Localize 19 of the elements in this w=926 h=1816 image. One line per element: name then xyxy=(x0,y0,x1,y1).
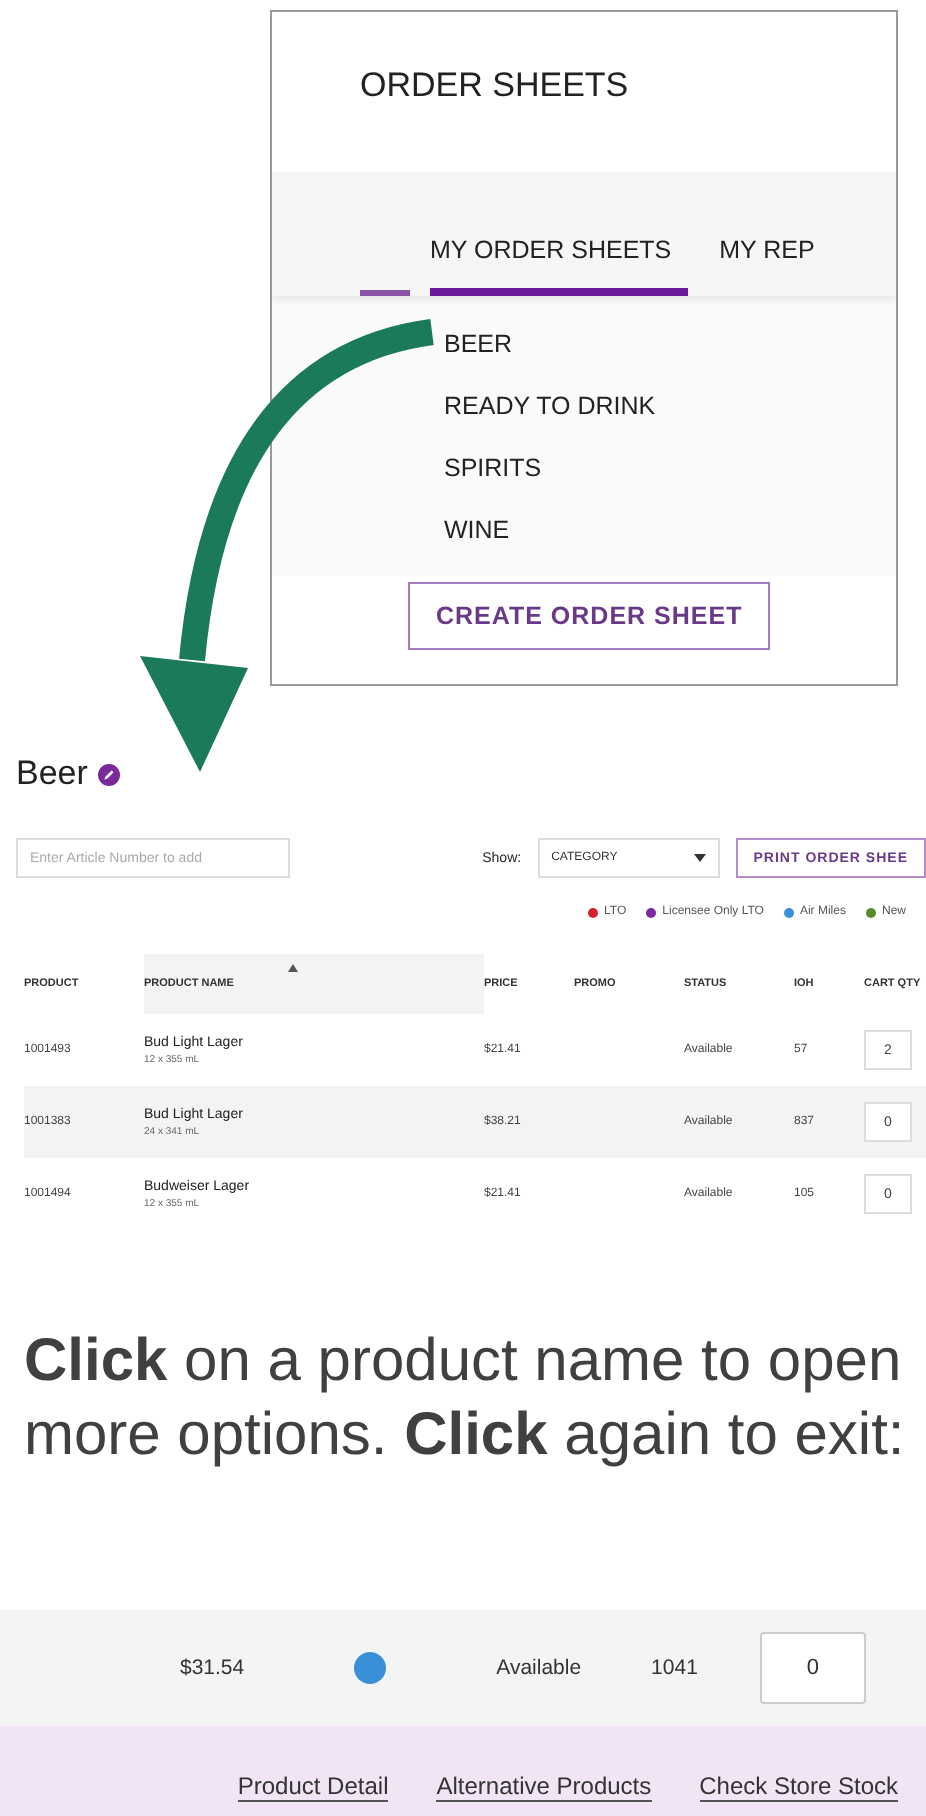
ioh: 1041 xyxy=(651,1656,698,1680)
pencil-icon[interactable] xyxy=(97,763,120,785)
caret-icon xyxy=(693,854,706,862)
create-order-sheet-button[interactable]: CREATE ORDER SHEET xyxy=(408,582,771,650)
option-link[interactable]: Alternative Products xyxy=(436,1771,652,1801)
price: $31.54 xyxy=(180,1656,245,1680)
tab[interactable]: MY REP xyxy=(719,236,815,296)
panel-title: ORDER SHEETS xyxy=(358,64,631,108)
sort-caret-icon xyxy=(288,964,298,972)
status: Available xyxy=(496,1656,582,1680)
option-link[interactable]: Check Store Stock xyxy=(699,1771,898,1801)
cart-qty-field[interactable]: 0 xyxy=(759,1632,866,1704)
option-link[interactable]: Product Detail xyxy=(237,1771,389,1801)
instruction-text: Click on a product name to open more options. Click again to exit: xyxy=(22,1326,907,1472)
menu-item[interactable]: BEER xyxy=(444,328,896,362)
menu-item[interactable]: WINE xyxy=(444,514,896,548)
menu-item[interactable]: SPIRITS xyxy=(444,452,896,486)
page-title: Beer xyxy=(16,754,88,794)
menu-item[interactable]: READY TO DRINK xyxy=(444,390,896,424)
